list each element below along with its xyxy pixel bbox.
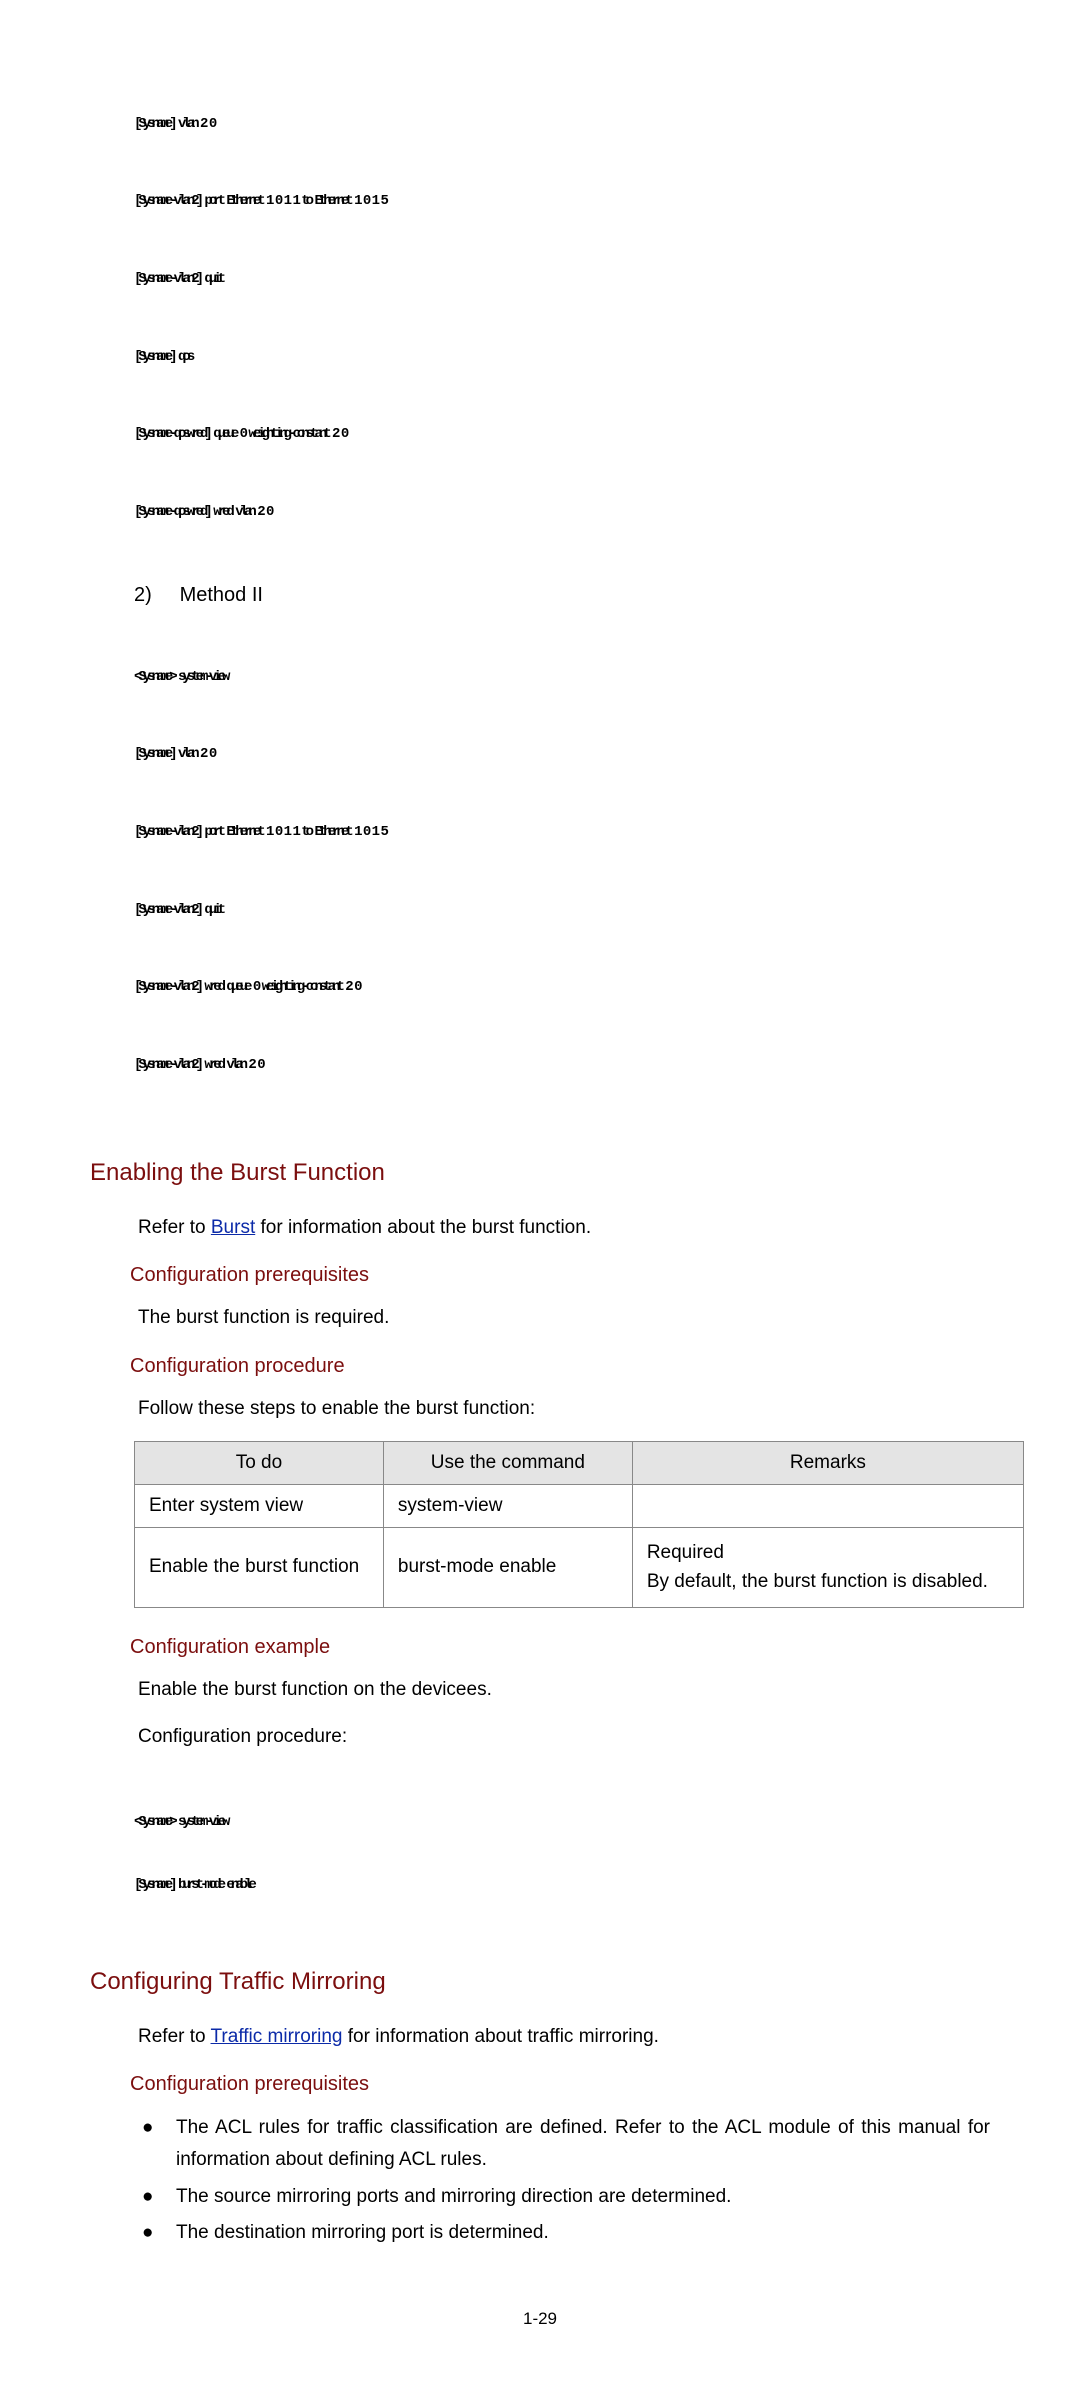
burst-proc-text: Follow these steps to enable the burst f… [138,1394,990,1423]
code-line: [Sysname-qoswred] wred vlan 2 0 [134,500,990,526]
code-line: <Sysname> system-view [134,1812,990,1833]
code-block-1: [Sysname] vlan 2 0 [Sysname-vlan2] port … [134,60,990,578]
method-2-text: Method II [180,584,263,606]
prereq-bullets: ● The ACL rules for traffic classificati… [138,2112,990,2249]
text: for information about traffic mirroring. [343,2026,659,2047]
code-line: [Sysname-vlan2] port Ethernet 1 0 1 1 to… [134,189,990,215]
remarks-line: By default, the burst function is disabl… [647,1571,988,1592]
cell-todo: Enter system view [135,1484,384,1527]
heading-config-proc: Configuration procedure [130,1355,990,1378]
col-header-remarks: Remarks [632,1441,1023,1484]
heading-config-example: Configuration example [130,1636,990,1659]
bullet-icon: ● [138,2112,176,2144]
cell-remarks: Required By default, the burst function … [632,1527,1023,1607]
burst-example-text2: Configuration procedure: [138,1722,990,1751]
cell-todo: Enable the burst function [135,1527,384,1607]
code-line: <Sysname> system-view [134,665,990,691]
list-item: ● The source mirroring ports and mirrori… [138,2181,990,2213]
table-row: Enter system view system-view [135,1484,1024,1527]
text: for information about the burst function… [255,1217,591,1238]
page-number: 1-29 [90,2309,990,2329]
code-line: [Sysname-vlan2] wred queue 0 weighting-c… [134,975,990,1001]
code-line: [Sysname] vlan 2 0 [134,112,990,138]
heading-enabling-burst: Enabling the Burst Function [90,1159,990,1187]
code-line: [Sysname-vlan2] wred vlan 2 0 [134,1053,990,1079]
burst-link[interactable]: Burst [211,1217,255,1238]
bullet-text: The source mirroring ports and mirroring… [176,2181,990,2213]
heading-config-prereq-mirror: Configuration prerequisites [130,2073,990,2096]
code-line: [Sysname-qoswred] queue 0 weighting-cons… [134,422,990,448]
code-line: [Sysname-vlan2] quit [134,267,990,293]
text: Refer to [138,1217,211,1238]
code-line: [Sysname] qos [134,345,990,371]
col-header-todo: To do [135,1441,384,1484]
bullet-icon: ● [138,2181,176,2213]
code-line: [Sysname-vlan2] port Ethernet 1 0 1 1 to… [134,820,990,846]
burst-prereq-text: The burst function is required. [138,1303,990,1332]
burst-example-text1: Enable the burst function on the devicee… [138,1675,990,1704]
heading-config-prereq: Configuration prerequisites [130,1264,990,1287]
table-row: Enable the burst function burst-mode ena… [135,1527,1024,1607]
heading-traffic-mirroring: Configuring Traffic Mirroring [90,1968,990,1996]
list-item: ● The ACL rules for traffic classificati… [138,2112,990,2177]
mirror-intro-paragraph: Refer to Traffic mirroring for informati… [138,2022,990,2051]
bullet-icon: ● [138,2217,176,2249]
cell-command: system-view [383,1484,632,1527]
bullet-text: The destination mirroring port is determ… [176,2217,990,2249]
col-header-command: Use the command [383,1441,632,1484]
code-block-3: <Sysname> system-view [Sysname] burst-mo… [134,1770,990,1938]
cell-remarks [632,1484,1023,1527]
traffic-mirroring-link[interactable]: Traffic mirroring [211,2026,343,2047]
code-line: [Sysname] burst-mode enable [134,1875,990,1896]
code-line: [Sysname-vlan2] quit [134,898,990,924]
method-2-label: 2) Method II [134,584,990,607]
code-line: [Sysname] vlan 2 0 [134,742,990,768]
command-table: To do Use the command Remarks Enter syst… [134,1441,1024,1608]
bullet-text: The ACL rules for traffic classification… [176,2112,990,2177]
page-content: [Sysname] vlan 2 0 [Sysname-vlan2] port … [0,0,1080,2389]
cell-command: burst-mode enable [383,1527,632,1607]
remarks-line: Required [647,1542,724,1563]
method-2-number: 2) [134,584,174,607]
code-block-2: <Sysname> system-view [Sysname] vlan 2 0… [134,613,990,1131]
list-item: ● The destination mirroring port is dete… [138,2217,990,2249]
text: Refer to [138,2026,211,2047]
table-header-row: To do Use the command Remarks [135,1441,1024,1484]
burst-intro-paragraph: Refer to Burst for information about the… [138,1213,990,1242]
